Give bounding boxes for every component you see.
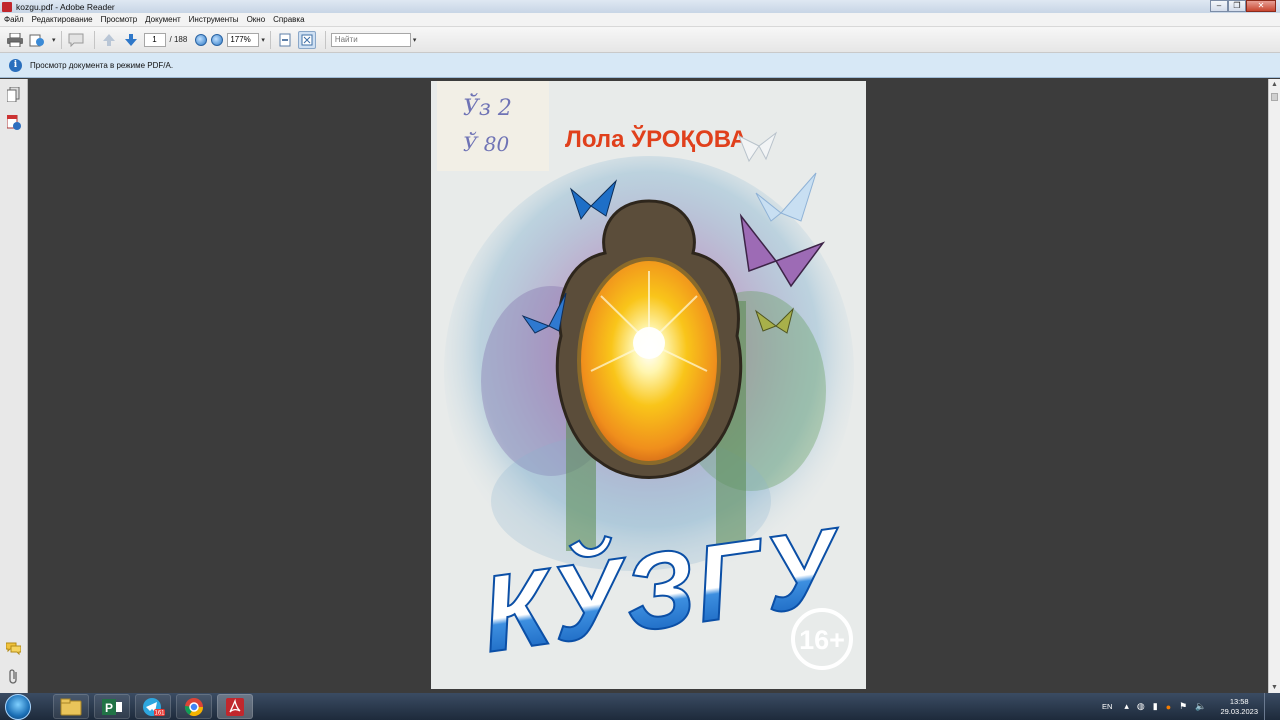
svg-text:P: P <box>105 701 113 715</box>
scroll-up-icon[interactable]: ▲ <box>1271 81 1278 88</box>
find-input[interactable]: Найти <box>330 32 411 47</box>
telegram-icon[interactable]: 161 <box>135 694 171 719</box>
scrollbar-thumb[interactable] <box>1271 93 1278 101</box>
pdf-page: Ўз 2 Ў 80 Лола ЎРОҚОВА КЎЗГУ 16+ <box>431 81 866 689</box>
clock[interactable]: 13:58 29.03.2023 <box>1220 697 1258 717</box>
zoom-in-icon[interactable] <box>211 33 224 46</box>
full-screen-icon[interactable] <box>297 30 316 49</box>
svg-text:16+: 16+ <box>799 625 845 655</box>
toolbar: ▾ 1 / 188 177% ▾ Найти ▾ <box>0 27 1280 53</box>
toolbar-divider <box>93 30 95 49</box>
info-message: Просмотр документа в режиме PDF/A. <box>30 60 174 70</box>
toolbar-divider <box>324 30 326 49</box>
start-button[interactable] <box>5 693 31 720</box>
clock-time: 13:58 <box>1229 696 1249 706</box>
volume-icon[interactable]: 🔈 <box>1195 701 1206 712</box>
library-mark-2: Ў 80 <box>463 130 510 156</box>
attachments-panel-icon[interactable] <box>6 115 21 130</box>
language-indicator[interactable]: EN <box>1102 702 1112 711</box>
attachment-paperclip-icon[interactable] <box>6 669 21 684</box>
page-total: / 188 <box>169 35 188 44</box>
pdfa-info-bar: i Просмотр документа в режиме PDF/A. <box>0 53 1280 78</box>
previous-page-icon[interactable] <box>100 31 118 49</box>
adobe-reader-taskbar-icon[interactable] <box>217 694 253 719</box>
clock-date: 29.03.2023 <box>1220 706 1258 716</box>
zoom-input[interactable]: 177% <box>227 32 260 47</box>
network-globe-icon[interactable]: ◍ <box>1137 701 1145 712</box>
comments-panel-icon[interactable] <box>6 641 21 656</box>
title-bar: kozgu.pdf - Adobe Reader – ❐ ✕ <box>0 0 1280 13</box>
print-icon[interactable] <box>6 31 24 49</box>
signal-strength-icon[interactable]: ▮ <box>1153 701 1158 712</box>
action-center-flag-icon[interactable]: ⚑ <box>1179 701 1187 712</box>
fit-page-icon[interactable] <box>276 31 294 49</box>
system-tray: EN ▴ ◍ ▮ ● ⚑ 🔈 13:58 29.03.2023 <box>1102 693 1274 720</box>
navigation-pane <box>0 79 28 693</box>
chrome-icon[interactable] <box>176 694 212 719</box>
vertical-scrollbar[interactable]: ▲ ▼ <box>1268 79 1280 693</box>
menu-view[interactable]: Просмотр <box>101 15 138 24</box>
toolbar-divider <box>60 30 62 49</box>
share-icon[interactable] <box>28 31 46 49</box>
file-explorer-icon[interactable] <box>53 694 89 719</box>
window-title: kozgu.pdf - Adobe Reader <box>16 1 115 12</box>
telegram-badge: 161 <box>154 710 165 716</box>
library-mark-1: Ўз 2 <box>463 93 512 121</box>
menu-edit[interactable]: Редактирование <box>32 15 93 24</box>
zoom-out-icon[interactable] <box>195 33 208 46</box>
info-icon: i <box>9 58 22 72</box>
menu-document[interactable]: Документ <box>145 15 181 24</box>
comment-icon[interactable] <box>67 31 85 49</box>
close-button[interactable]: ✕ <box>1246 0 1276 12</box>
menu-bar: Файл Редактирование Просмотр Документ Ин… <box>0 13 1280 27</box>
show-desktop-button[interactable] <box>1264 693 1274 720</box>
maximize-button[interactable]: ❐ <box>1228 0 1246 12</box>
show-hidden-icons-icon[interactable]: ▴ <box>1124 701 1129 712</box>
menu-file[interactable]: Файл <box>4 15 24 24</box>
window-controls: – ❐ ✕ <box>1210 0 1276 12</box>
find-dropdown-icon[interactable]: ▾ <box>413 36 417 44</box>
author-name: Лола ЎРОҚОВА <box>565 125 747 153</box>
library-sticker <box>437 81 549 171</box>
menu-tools[interactable]: Инструменты <box>189 15 239 24</box>
taskbar: P 161 EN ▴ ◍ ▮ ● ⚑ 🔈 13:58 29.03.2023 <box>0 693 1280 720</box>
menu-help[interactable]: Справка <box>273 15 304 24</box>
menu-window[interactable]: Окно <box>247 15 266 24</box>
next-page-icon[interactable] <box>122 31 140 49</box>
page-number-input[interactable]: 1 <box>143 32 166 47</box>
toolbar-divider <box>269 30 271 49</box>
antivirus-icon[interactable]: ● <box>1166 702 1171 712</box>
adobe-reader-icon <box>2 1 12 12</box>
page-thumbnails-icon[interactable] <box>6 87 21 102</box>
project-app-icon[interactable]: P <box>94 694 130 719</box>
share-dropdown-icon[interactable]: ▾ <box>52 36 56 44</box>
document-viewer[interactable]: Ўз 2 Ў 80 Лола ЎРОҚОВА КЎЗГУ 16+ <box>29 79 1268 693</box>
zoom-dropdown-icon[interactable]: ▾ <box>261 36 265 44</box>
minimize-button[interactable]: – <box>1210 0 1228 12</box>
book-cover-artwork: Ўз 2 Ў 80 Лола ЎРОҚОВА КЎЗГУ 16+ <box>431 81 866 689</box>
scroll-down-icon[interactable]: ▼ <box>1271 684 1278 691</box>
